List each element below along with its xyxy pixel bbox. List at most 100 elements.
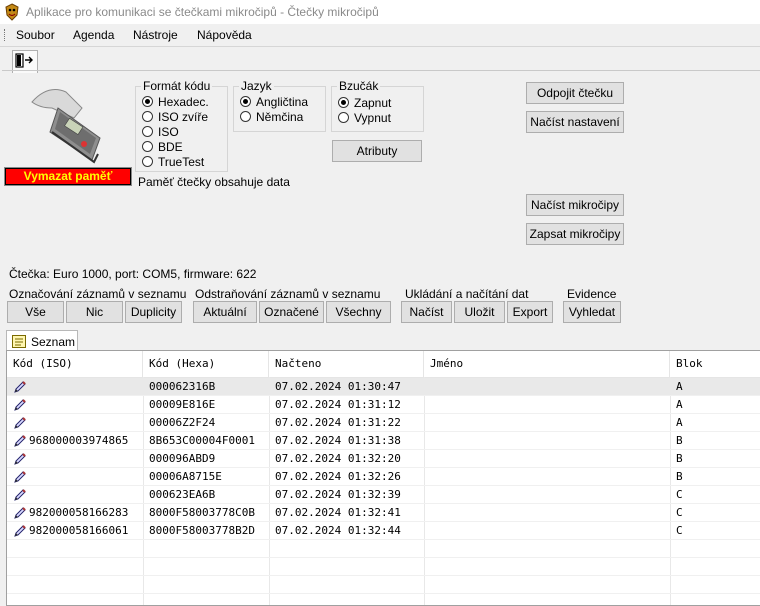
- table-row[interactable]: 000062316B 07.02.2024 01:30:47 A: [7, 378, 760, 396]
- save-load-label: Ukládání a načítání dat: [405, 287, 529, 301]
- radio-label: Angličtina: [256, 94, 309, 109]
- erase-memory-button[interactable]: Vymazat paměť: [4, 167, 132, 186]
- mark-all-button[interactable]: Vše: [7, 301, 64, 323]
- radio-truetest[interactable]: TrueTest: [142, 154, 209, 169]
- menu-agenda[interactable]: Agenda: [67, 27, 120, 43]
- cell-block: B: [676, 470, 683, 483]
- remove-all-button[interactable]: Všechny: [326, 301, 391, 323]
- cell-hexa: 8B653C00004F0001: [149, 434, 255, 447]
- radio-indicator: [142, 96, 153, 107]
- reader-device-image: [22, 78, 110, 166]
- cell-block: A: [676, 416, 683, 429]
- tab-seznam[interactable]: Seznam: [6, 330, 78, 352]
- menu-napoveda[interactable]: Nápověda: [191, 27, 258, 43]
- radio-indicator: [240, 111, 251, 122]
- row-separator: [7, 467, 760, 468]
- disconnect-reader-button[interactable]: Odpojit čtečku: [526, 82, 624, 104]
- cell-iso: 982000058166061: [29, 524, 129, 537]
- column-header-nacteno[interactable]: Načteno: [269, 351, 424, 377]
- menu-bar: Soubor Agenda Nástroje Nápověda: [0, 24, 760, 46]
- cell-time: 07.02.2024 01:32:26: [275, 470, 401, 483]
- load-settings-button[interactable]: Načíst nastavení: [526, 111, 624, 133]
- menu-soubor[interactable]: Soubor: [10, 27, 61, 43]
- radio-iso[interactable]: ISO: [142, 124, 209, 139]
- row-separator: [7, 521, 760, 522]
- window-title: Aplikace pro komunikaci se čtečkami mikr…: [26, 5, 379, 19]
- reader-status-text: Čtečka: Euro 1000, port: COM5, firmware:…: [9, 267, 257, 281]
- radio-label: BDE: [158, 139, 183, 154]
- column-header-blok[interactable]: Blok: [670, 351, 760, 377]
- language-options: Angličtina Němčina: [240, 94, 308, 124]
- cell-block: A: [676, 380, 683, 393]
- radio-indicator: [142, 156, 153, 167]
- table-row[interactable]: 000623EA6B 07.02.2024 01:32:39 C: [7, 486, 760, 504]
- row-separator: [7, 539, 760, 540]
- radio-indicator: [142, 141, 153, 152]
- cell-time: 07.02.2024 01:32:44: [275, 524, 401, 537]
- cell-block: B: [676, 434, 683, 447]
- cell-time: 07.02.2024 01:30:47: [275, 380, 401, 393]
- evidence-label: Evidence: [567, 287, 617, 301]
- cell-time: 07.02.2024 01:32:20: [275, 452, 401, 465]
- row-separator: [7, 395, 760, 396]
- table-row[interactable]: 00006A8715E 07.02.2024 01:32:26 B: [7, 468, 760, 486]
- load-chips-button[interactable]: Načíst mikročipy: [526, 194, 624, 216]
- row-separator: [7, 557, 760, 558]
- table-row[interactable]: 982000058166283 8000F58003778C0B 07.02.202…: [7, 504, 760, 522]
- table-row[interactable]: 982000058166061 8000F58003778B2D 07.02.202…: [7, 522, 760, 540]
- column-header-hexa[interactable]: Kód (Hexa): [143, 351, 269, 377]
- row-separator: [7, 503, 760, 504]
- language-label: Jazyk: [239, 79, 274, 93]
- cell-hexa: 00009E816E: [149, 398, 216, 411]
- column-header-jmeno[interactable]: Jméno: [424, 351, 670, 377]
- radio-indicator: [142, 111, 153, 122]
- radio-iso-zvire[interactable]: ISO zvíře: [142, 109, 209, 124]
- menu-grip: [4, 29, 7, 41]
- mark-records-label: Označování záznamů v seznamu: [9, 287, 187, 301]
- menu-nastroje[interactable]: Nástroje: [127, 27, 184, 43]
- radio-nemcina[interactable]: Němčina: [240, 109, 308, 124]
- list-rows: 000062316B 07.02.2024 01:30:47 A 00009E816E…: [7, 378, 760, 605]
- radio-hexadec[interactable]: Hexadec.: [142, 94, 209, 109]
- export-button[interactable]: Export: [507, 301, 553, 323]
- row-separator: [7, 413, 760, 414]
- cell-time: 07.02.2024 01:31:22: [275, 416, 401, 429]
- radio-vypnut[interactable]: Vypnut: [338, 110, 391, 125]
- radio-label: Zapnut: [354, 95, 392, 110]
- cell-block: C: [676, 488, 683, 501]
- cell-hexa: 00006A8715E: [149, 470, 222, 483]
- table-row[interactable]: 00006Z2F24 07.02.2024 01:31:22 A: [7, 414, 760, 432]
- cell-hexa: 000062316B: [149, 380, 216, 393]
- memory-status-text: Paměť čtečky obsahuje data: [138, 175, 290, 189]
- mark-none-button[interactable]: Nic: [66, 301, 123, 323]
- radio-bde[interactable]: BDE: [142, 139, 209, 154]
- mark-duplicates-button[interactable]: Duplicity: [125, 301, 182, 323]
- cell-block: A: [676, 398, 683, 411]
- table-row[interactable]: 000096ABD9 07.02.2024 01:32:20 B: [7, 450, 760, 468]
- cell-hexa: 000096ABD9: [149, 452, 216, 465]
- radio-label: ISO zvíře: [158, 109, 209, 124]
- attributes-button[interactable]: Atributy: [332, 140, 422, 162]
- cell-block: B: [676, 452, 683, 465]
- code-format-label: Formát kódu: [141, 79, 213, 93]
- column-header-iso[interactable]: Kód (ISO): [7, 351, 143, 377]
- write-chips-button[interactable]: Zapsat mikročipy: [526, 223, 624, 245]
- load-file-button[interactable]: Načíst: [401, 301, 452, 323]
- chip-list[interactable]: Kód (ISO) Kód (Hexa) Načteno Jméno Blok …: [6, 350, 760, 606]
- radio-anglictina[interactable]: Angličtina: [240, 94, 308, 109]
- search-evidence-button[interactable]: Vyhledat: [563, 301, 621, 323]
- cell-hexa: 000623EA6B: [149, 488, 216, 501]
- remove-marked-button[interactable]: Označené: [259, 301, 324, 323]
- row-separator: [7, 593, 760, 594]
- cell-time: 07.02.2024 01:31:38: [275, 434, 401, 447]
- remove-current-button[interactable]: Aktuální: [193, 301, 257, 323]
- app-logo-icon: [4, 3, 20, 21]
- radio-indicator: [142, 126, 153, 137]
- save-file-button[interactable]: Uložit: [454, 301, 505, 323]
- menu-divider: [0, 46, 760, 47]
- radio-zapnut[interactable]: Zapnut: [338, 95, 391, 110]
- table-row[interactable]: 968000003974865 8B653C00004F0001 07.02.202…: [7, 432, 760, 450]
- radio-label: TrueTest: [158, 154, 205, 169]
- row-separator: [7, 485, 760, 486]
- table-row[interactable]: 00009E816E 07.02.2024 01:31:12 A: [7, 396, 760, 414]
